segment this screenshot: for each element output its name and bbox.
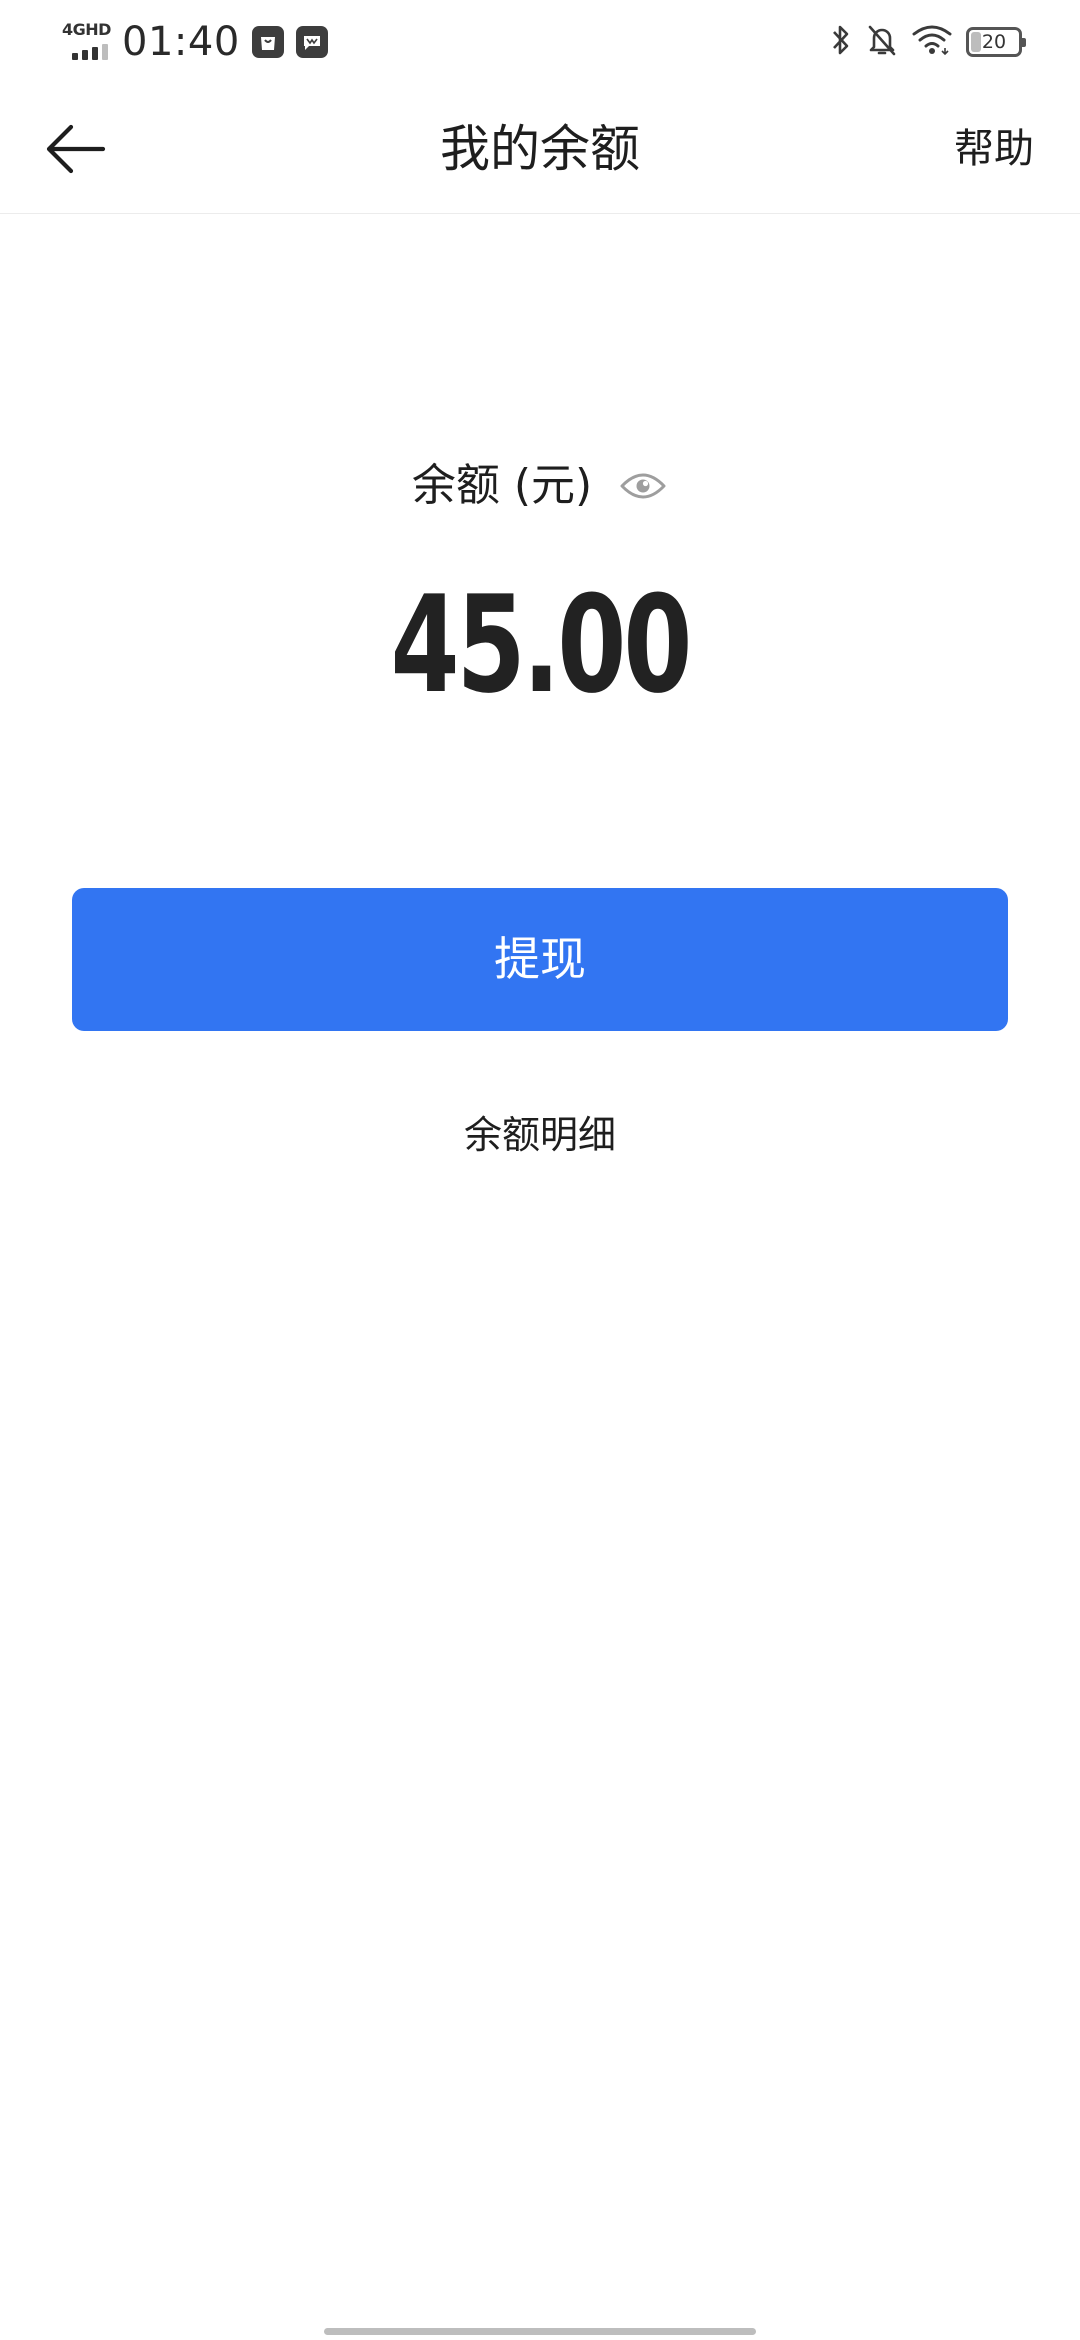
withdraw-button[interactable]: 提现 (72, 888, 1008, 1031)
signal-bars (72, 44, 108, 60)
eye-icon (620, 473, 666, 499)
toggle-visibility-button[interactable] (618, 466, 668, 506)
balance-label: 余额 (元) (411, 460, 593, 511)
battery-level: 20 (981, 31, 1007, 53)
status-bar-left: 4GHD 01:40 (62, 18, 328, 66)
app-header: 我的余额 帮助 (0, 84, 1080, 214)
help-button[interactable]: 帮助 (954, 84, 1034, 214)
signal-icon: 4GHD (62, 22, 112, 62)
bell-muted-icon (866, 23, 898, 61)
page-title: 我的余额 (440, 120, 640, 178)
balance-label-row: 余额 (元) (0, 450, 1080, 522)
status-time: 01:40 (122, 19, 240, 65)
status-bar-right: 20 (830, 22, 1026, 62)
shopping-bag-icon (251, 26, 284, 58)
wifi-icon (912, 24, 952, 60)
battery-icon: 20 (966, 27, 1026, 57)
balance-details-link[interactable]: 余额明细 (0, 1100, 1080, 1170)
home-indicator[interactable] (324, 2328, 756, 2335)
network-type: 4GHD (62, 20, 111, 39)
status-bar: 4GHD 01:40 20 (0, 0, 1080, 84)
bluetooth-icon (830, 23, 852, 61)
chat-app-icon (295, 26, 328, 58)
balance-amount: 45.00 (390, 567, 693, 723)
